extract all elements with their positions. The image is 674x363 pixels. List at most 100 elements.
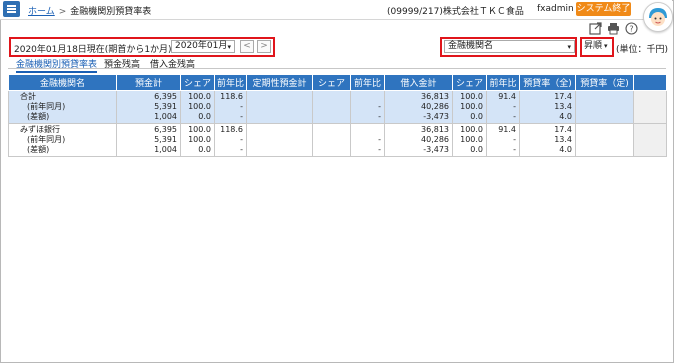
cell-value: - xyxy=(513,102,517,111)
cell-value xyxy=(354,92,381,102)
row-name-cell: 合計 (前年同月) (差額) xyxy=(8,90,117,124)
yoy-cell: 118.6- - xyxy=(213,90,248,124)
cell-value: 1,004 xyxy=(154,112,177,121)
cell-value: 4.0 xyxy=(559,145,573,154)
column-header[interactable]: シェア xyxy=(452,74,488,91)
table-header-row: 金融機関名 預金計 シェア 前年比 定期性預金計 シェア 前年比 借入金計 シェ… xyxy=(8,74,668,91)
loan-share-cell: 100.0 100.0 0.0 xyxy=(452,90,488,124)
column-header[interactable]: 預貸率（定) xyxy=(575,74,635,91)
column-header[interactable]: 借入金計 xyxy=(384,74,454,91)
ratio-table: 金融機関名 預金計 シェア 前年比 定期性預金計 シェア 前年比 借入金計 シェ… xyxy=(8,74,668,157)
cell-value xyxy=(579,112,630,122)
cell-value: 1,004 xyxy=(154,145,177,154)
help-icon[interactable]: ? xyxy=(625,22,638,35)
table-row-total[interactable]: 合計 (前年同月) (差額) 6,395 5,391 1,004 100.0 100.… xyxy=(8,90,668,124)
tab-divider xyxy=(8,68,666,69)
cell-value xyxy=(316,145,347,155)
chevron-down-icon: ▾ xyxy=(567,43,571,51)
row-name-prev: (前年同月) xyxy=(27,102,66,111)
column-header[interactable]: 前年比 xyxy=(350,74,386,91)
column-header[interactable]: シェア xyxy=(312,74,352,91)
user-menu[interactable]: fxadmin ▾ xyxy=(537,4,580,14)
cell-value xyxy=(316,92,347,102)
column-header[interactable]: 預貸率（全) xyxy=(519,74,577,91)
row-name: みずほ銀行 xyxy=(20,125,60,134)
row-name-cell: みずほ銀行 (前年同月) (差額) xyxy=(8,123,117,157)
prev-month-button[interactable]: < xyxy=(240,40,254,53)
column-header[interactable]: 定期性預金計 xyxy=(246,74,314,91)
cell-value xyxy=(316,125,347,135)
cell-value: 36,813 xyxy=(421,125,450,134)
table-row-bank[interactable]: みずほ銀行 (前年同月) (差額) 6,395 5,391 1,004 100.0 1… xyxy=(8,123,668,157)
date-label: 2020年01月18日現在(期首から1か月) xyxy=(14,45,172,55)
print-icon[interactable] xyxy=(607,22,620,35)
fixed-deposit-cell xyxy=(246,123,314,157)
column-header[interactable]: 金融機関名 xyxy=(8,74,117,91)
loan-yoy-cell: 91.4- - xyxy=(486,90,521,124)
fixed-deposit-cell xyxy=(246,90,314,124)
loan-cell: 36,813 40,286 -3,473 xyxy=(384,123,454,157)
cell-value xyxy=(579,135,630,145)
ratio-all-cell: 17.4 13.4 4.0 xyxy=(519,123,577,157)
export-icon[interactable] xyxy=(589,22,602,35)
fixed-share-cell xyxy=(312,123,352,157)
menu-icon[interactable] xyxy=(3,1,20,17)
cell-value xyxy=(316,135,347,145)
next-month-button[interactable]: > xyxy=(257,40,271,53)
cell-value: - xyxy=(513,112,517,121)
column-header[interactable]: 前年比 xyxy=(486,74,521,91)
bank-select-value: 金融機関名 xyxy=(448,41,494,51)
cell-value: 100.0 xyxy=(460,102,484,111)
ratio-fixed-cell xyxy=(575,90,635,124)
order-select[interactable]: 昇順 ▾ xyxy=(582,40,612,53)
cell-value: 13.4 xyxy=(554,102,573,111)
tab-bank-ratio[interactable]: 金融機関別預貸率表 xyxy=(16,57,98,73)
blank-cell xyxy=(633,123,668,157)
chevron-down-icon: ▾ xyxy=(604,42,608,50)
home-link[interactable]: ホーム xyxy=(28,7,55,17)
cell-value: - xyxy=(513,145,517,154)
cell-value: 36,813 xyxy=(421,92,450,101)
cell-value: 5,391 xyxy=(154,135,177,144)
cell-value xyxy=(316,102,347,112)
cell-value: 40,286 xyxy=(421,135,450,144)
bank-select[interactable]: 金融機関名 ▾ xyxy=(444,40,575,53)
deposit-cell: 6,395 5,391 1,004 xyxy=(116,123,181,157)
avatar-icon[interactable] xyxy=(643,2,673,32)
ratio-all-cell: 17.4 13.4 4.0 xyxy=(519,90,577,124)
cell-value: 118.6 xyxy=(220,125,244,134)
month-select[interactable]: 2020年01月 ▾ xyxy=(171,40,235,53)
cell-value: 100.0 xyxy=(460,92,484,101)
ratio-fixed-cell xyxy=(575,123,635,157)
cell-value: - xyxy=(513,135,517,144)
cell-value xyxy=(250,125,309,135)
share-cell: 100.0 100.0 0.0 xyxy=(180,123,215,157)
cell-value: -3,473 xyxy=(423,145,450,154)
cell-value: 6,395 xyxy=(154,125,177,134)
cell-value: 100.0 xyxy=(460,125,484,134)
row-name-diff: (差額) xyxy=(27,145,50,154)
cell-value: - xyxy=(240,135,244,144)
fixed-yoy-cell: -- xyxy=(350,90,386,124)
cell-value xyxy=(579,102,630,112)
svg-text:?: ? xyxy=(629,25,633,34)
cell-value: 100.0 xyxy=(188,92,211,101)
deposit-cell: 6,395 5,391 1,004 xyxy=(116,90,181,124)
cell-value: 0.0 xyxy=(470,112,484,121)
yoy-cell: 118.6- - xyxy=(213,123,248,157)
cell-value: 5,391 xyxy=(154,102,177,111)
cell-value: 17.4 xyxy=(554,125,573,134)
share-cell: 100.0 100.0 0.0 xyxy=(180,90,215,124)
breadcrumb: ホーム > 金融機関別預貸率表 xyxy=(28,4,151,17)
system-exit-button[interactable]: システム終了 xyxy=(576,2,631,16)
column-header[interactable]: シェア xyxy=(180,74,215,91)
cell-value: 100.0 xyxy=(188,135,211,144)
fixed-yoy-cell: -- xyxy=(350,123,386,157)
cell-value: - xyxy=(378,112,382,121)
loan-cell: 36,813 40,286 -3,473 xyxy=(384,90,454,124)
column-header[interactable]: 預金計 xyxy=(116,74,181,91)
cell-value: 13.4 xyxy=(554,135,573,144)
breadcrumb-separator: > xyxy=(58,7,67,17)
column-header[interactable]: 前年比 xyxy=(213,74,248,91)
cell-value: 118.6 xyxy=(220,92,244,101)
